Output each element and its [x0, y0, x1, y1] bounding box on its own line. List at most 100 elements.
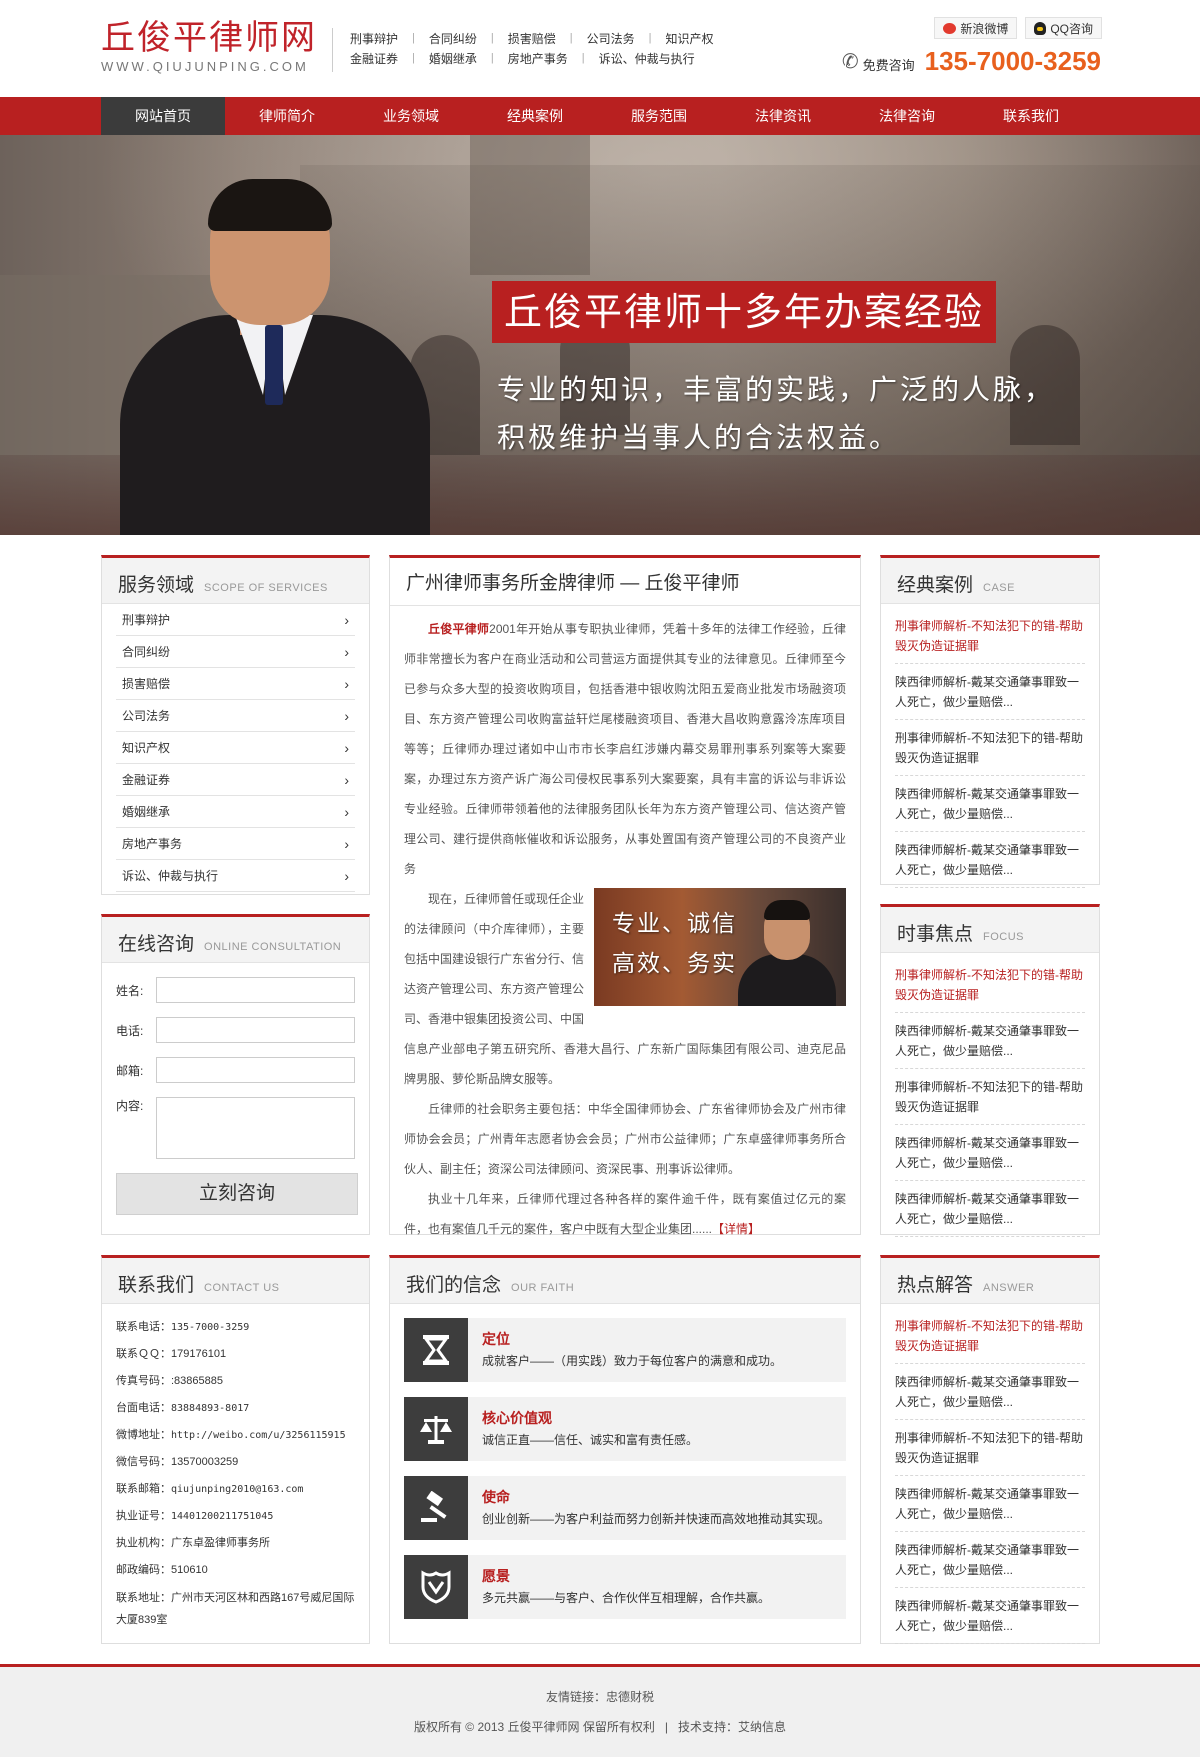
answers-subtitle: ANSWER [983, 1282, 1035, 1294]
intro-photo-line-2: 高效、务实 [612, 950, 737, 976]
faith-subtitle: OUR FAITH [511, 1282, 575, 1294]
service-item-label: 损害赔偿 [122, 677, 171, 691]
service-item[interactable]: 公司法务 › [116, 700, 355, 732]
main-nav-list: 网站首页 律师简介 业务领域 经典案例 服务范围 法律资讯 法律咨询 联系我们 [101, 97, 1093, 135]
email-field[interactable] [155, 1057, 355, 1083]
name-field[interactable] [155, 977, 355, 1003]
service-item-label: 诉讼、仲裁与执行 [122, 869, 219, 883]
intro-more-link[interactable]: 【详情】 [712, 1222, 760, 1236]
faith-item-title: 愿景 [482, 1568, 510, 1584]
service-item[interactable]: 房地产事务 › [116, 828, 355, 860]
nav-item[interactable]: 网站首页 [101, 97, 225, 135]
top-quick-link[interactable]: 刑事辩护 [350, 30, 412, 47]
contact-label: 执业证号： [116, 1510, 171, 1522]
service-item-label: 合同纠纷 [122, 645, 171, 659]
lawyer-portrait [105, 165, 435, 535]
site-footer: 友情链接：忠德财税 版权所有 © 2013 丘俊平律师网 保留所有权利 | 技术… [0, 1664, 1200, 1757]
service-item[interactable]: 刑事辩护 › [116, 604, 355, 636]
news-link[interactable]: 陕西律师解析-戴某交通肇事罪致一人死亡，做少量赔偿... [895, 1588, 1085, 1644]
top-quick-link[interactable]: 婚姻继承 [415, 50, 491, 67]
qq-label: QQ咨询 [1050, 21, 1093, 36]
answers-title: 热点解答 [897, 1275, 974, 1296]
top-quick-link[interactable]: 知识产权 [652, 30, 728, 47]
faith-item: 核心价值观 诚信正直——信任、诚实和富有责任感。 [404, 1397, 846, 1461]
consult-header: 在线咨询 ONLINE CONSULTATION [102, 917, 369, 963]
top-quick-link[interactable]: 金融证券 [350, 50, 412, 67]
tech-support-link[interactable]: 艾纳信息 [738, 1720, 786, 1734]
news-link[interactable]: 刑事律师解析-不知法犯下的错-帮助毁灭伪造证据罪 [895, 1308, 1085, 1364]
news-link[interactable]: 陕西律师解析-戴某交通肇事罪致一人死亡，做少量赔偿... [895, 1476, 1085, 1532]
nav-item[interactable]: 法律咨询 [845, 97, 969, 135]
lawyer-name-highlight: 丘俊平律师 [428, 622, 490, 636]
news-link[interactable]: 陕西律师解析-戴某交通肇事罪致一人死亡，做少量赔偿... [895, 1125, 1085, 1181]
news-link[interactable]: 陕西律师解析-戴某交通肇事罪致一人死亡，做少量赔偿... [895, 776, 1085, 832]
phone-field[interactable] [155, 1017, 355, 1043]
service-item[interactable]: 损害赔偿 › [116, 668, 355, 700]
faith-title: 我们的信念 [406, 1275, 502, 1296]
top-quick-link[interactable]: 公司法务 [573, 30, 649, 47]
contact-line: 微博地址：http://weibo.com/u/3256115915 [116, 1422, 355, 1449]
faith-item-title: 定位 [482, 1331, 510, 1347]
top-quick-links: 刑事辩护 | 合同纠纷 | 损害赔偿 | 公司法务 | 知识产权 金融证券 | 婚姻继承 | 房地产事务… [332, 28, 728, 72]
weibo-button[interactable]: 新浪微博 [934, 17, 1018, 39]
cases-subtitle: CASE [983, 582, 1015, 594]
nav-item[interactable]: 经典案例 [473, 97, 597, 135]
news-link[interactable]: 刑事律师解析-不知法犯下的错-帮助毁灭伪造证据罪 [895, 608, 1085, 664]
qq-consult-button[interactable]: QQ咨询 [1025, 17, 1102, 39]
cases-panel: 经典案例 CASE 刑事律师解析-不知法犯下的错-帮助毁灭伪造证据罪 陕西律师解析… [880, 555, 1100, 888]
nav-item[interactable]: 法律资讯 [721, 97, 845, 135]
contact-title: 联系我们 [118, 1275, 195, 1296]
service-item[interactable]: 合同纠纷 › [116, 636, 355, 668]
gavel-icon [404, 1476, 468, 1540]
site-logo[interactable]: 丘俊平律师网 WWW.QIUJUNPING.COM [101, 18, 317, 74]
logo-domain: WWW.QIUJUNPING.COM [101, 59, 309, 74]
name-row: 姓名: [116, 977, 355, 1003]
news-link[interactable]: 陕西律师解析-戴某交通肇事罪致一人死亡，做少量赔偿... [895, 1364, 1085, 1420]
friend-link[interactable]: 忠德财税 [606, 1690, 654, 1704]
service-item[interactable]: 知识产权 › [116, 732, 355, 764]
top-quick-link[interactable]: 损害赔偿 [494, 30, 570, 47]
service-item-label: 婚姻继承 [122, 805, 171, 819]
copyright-text: 版权所有 © 2013 丘俊平律师网 保留所有权利 [413, 1720, 655, 1734]
contact-label: 台面电话： [116, 1402, 171, 1414]
top-quick-link[interactable]: 诉讼、仲裁与执行 [585, 50, 709, 67]
nav-item[interactable]: 律师简介 [225, 97, 349, 135]
content-label: 内容: [116, 1099, 144, 1113]
service-item-label: 知识产权 [122, 741, 171, 755]
qq-icon [1034, 21, 1047, 35]
news-link[interactable]: 陕西律师解析-戴某交通肇事罪致一人死亡，做少量赔偿... [895, 1181, 1085, 1237]
news-link[interactable]: 陕西律师解析-戴某交通肇事罪致一人死亡，做少量赔偿... [895, 1013, 1085, 1069]
nav-item[interactable]: 业务领域 [349, 97, 473, 135]
faith-panel: 我们的信念 OUR FAITH 定位 成就客户——（用实践）致力于每位客户的满意和… [389, 1255, 861, 1644]
content-field[interactable] [155, 1097, 355, 1159]
news-link[interactable]: 陕西律师解析-戴某交通肇事罪致一人死亡，做少量赔偿... [895, 664, 1085, 720]
contact-line: 台面电话：83884893-8017 [116, 1395, 355, 1422]
news-link[interactable]: 陕西律师解析-戴某交通肇事罪致一人死亡，做少量赔偿... [895, 1532, 1085, 1588]
top-quick-link[interactable]: 合同纠纷 [415, 30, 491, 47]
consult-submit-button[interactable]: 立刻咨询 [116, 1173, 358, 1215]
contact-info-list: 联系电话：135-7000-3259 联系ＱＱ：179176101 传真号码：:83… [102, 1304, 369, 1631]
contact-label: 邮政编码： [116, 1564, 171, 1576]
service-item[interactable]: 金融证券 › [116, 764, 355, 796]
news-link[interactable]: 刑事律师解析-不知法犯下的错-帮助毁灭伪造证据罪 [895, 1069, 1085, 1125]
nav-item[interactable]: 联系我们 [969, 97, 1093, 135]
consult-form: 姓名: 电话: 邮箱: 内容: 立刻咨询 [102, 963, 369, 1215]
news-link[interactable]: 刑事律师解析-不知法犯下的错-帮助毁灭伪造证据罪 [895, 957, 1085, 1013]
intro-photo: 专业、诚信 高效、务实 [594, 888, 846, 1006]
news-link[interactable]: 刑事律师解析-不知法犯下的错-帮助毁灭伪造证据罪 [895, 1420, 1085, 1476]
hourglass-icon [404, 1318, 468, 1382]
intro-paragraph-3: 丘律师的社会职务主要包括：中华全国律师协会、广东省律师协会及广州市律师协会会员；… [404, 1102, 846, 1176]
focus-header: 时事焦点 FOCUS [881, 907, 1099, 953]
nav-item[interactable]: 服务范围 [597, 97, 721, 135]
hotline-label: 免费咨询 [862, 58, 915, 73]
top-quick-link[interactable]: 房地产事务 [494, 50, 582, 67]
news-link[interactable]: 刑事律师解析-不知法犯下的错-帮助毁灭伪造证据罪 [895, 720, 1085, 776]
services-subtitle: SCOPE OF SERVICES [204, 582, 328, 594]
intro-photo-hair [764, 900, 810, 920]
content-row: 内容: [116, 1097, 355, 1159]
service-item[interactable]: 诉讼、仲裁与执行 › [116, 860, 355, 892]
faith-item-desc: 多元共赢——与客户、合作伙伴互相理解，合作共赢。 [482, 1591, 771, 1605]
service-item[interactable]: 婚姻继承 › [116, 796, 355, 828]
cases-list: 刑事律师解析-不知法犯下的错-帮助毁灭伪造证据罪 陕西律师解析-戴某交通肇事罪致一… [881, 604, 1099, 888]
news-link[interactable]: 陕西律师解析-戴某交通肇事罪致一人死亡，做少量赔偿... [895, 832, 1085, 888]
